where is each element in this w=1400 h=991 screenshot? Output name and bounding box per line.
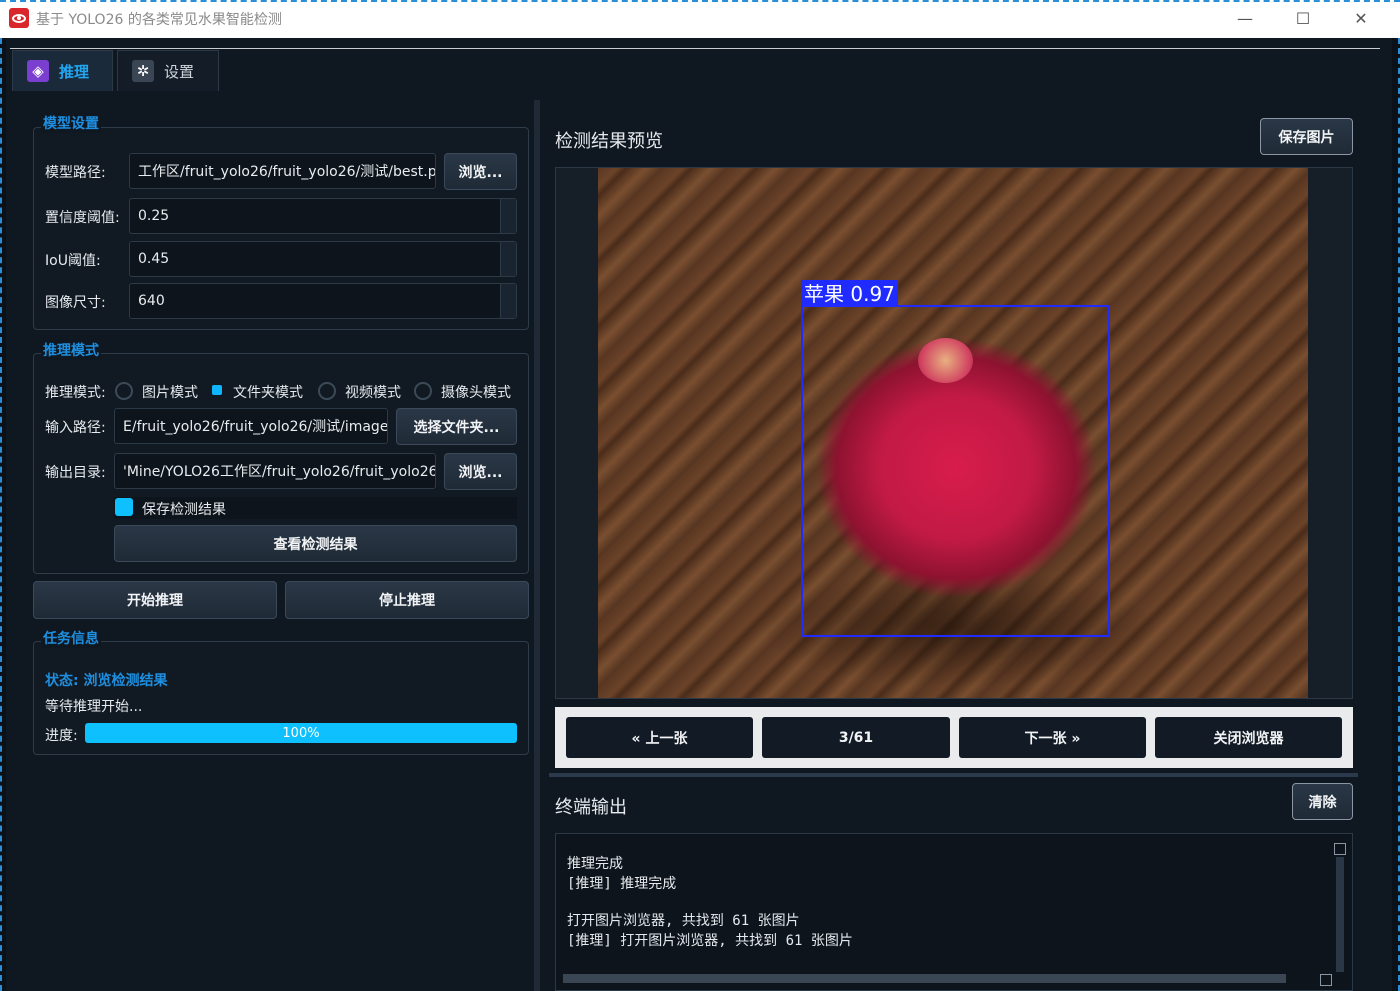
prev-image-button[interactable]: « 上一张	[566, 717, 753, 758]
terminal-line: [推理] 打开图片浏览器, 共找到 61 张图片	[567, 933, 853, 949]
task-info-title: 任务信息	[41, 628, 101, 648]
image-size-value: 640	[138, 293, 165, 309]
progress-fill: 100%	[85, 723, 517, 743]
iou-value: 0.45	[138, 251, 170, 267]
clear-terminal-button[interactable]: 清除	[1292, 783, 1353, 820]
terminal-line: [推理] 推理完成	[567, 876, 677, 892]
image-size-spinbox[interactable]: 640	[129, 283, 517, 319]
panel-splitter[interactable]	[534, 100, 540, 991]
model-settings-title: 模型设置	[41, 113, 101, 133]
save-results-checkbox[interactable]	[115, 498, 133, 516]
confidence-label: 置信度阈值:	[45, 210, 120, 226]
radio-folder-mode[interactable]	[212, 385, 222, 395]
confidence-spinbox[interactable]: 0.25	[129, 198, 517, 234]
confidence-stepper[interactable]	[500, 199, 516, 233]
model-path-label: 模型路径:	[45, 165, 106, 181]
scroll-right-arrow-icon[interactable]	[1320, 974, 1332, 986]
tab-inference-label: 推理	[59, 62, 90, 81]
window-frame-right	[1392, 38, 1400, 991]
select-folder-button[interactable]: 选择文件夹...	[396, 408, 517, 445]
tab-bar-divider	[10, 48, 1380, 49]
tab-settings-label: 设置	[164, 62, 195, 81]
progress-percent: 100%	[282, 725, 320, 741]
preview-title: 检测结果预览	[555, 131, 663, 152]
iou-spinbox[interactable]: 0.45	[129, 241, 517, 277]
status-text: 状态: 浏览检测结果	[45, 673, 168, 689]
output-dir-label: 输出目录:	[45, 465, 106, 481]
save-results-label: 保存检测结果	[142, 502, 226, 518]
image-counter: 3/61	[762, 717, 950, 758]
scroll-up-arrow-icon[interactable]	[1334, 843, 1346, 855]
gear-icon: ✲	[132, 60, 154, 82]
input-path-input[interactable]: E/fruit_yolo26/fruit_yolo26/测试/image	[114, 408, 388, 444]
mode-label: 推理模式:	[45, 385, 106, 401]
inference-mode-title: 推理模式	[41, 340, 101, 360]
folder-mode-label: 文件夹模式	[233, 385, 303, 401]
minimize-button[interactable]: —	[1222, 4, 1268, 32]
radio-image-mode[interactable]	[115, 382, 133, 400]
terminal-horizontal-scrollbar[interactable]	[563, 974, 1286, 983]
model-path-input[interactable]: 工作区/fruit_yolo26/fruit_yolo26/测试/best.pt	[129, 153, 436, 189]
confidence-value: 0.25	[138, 208, 170, 224]
window-frame-left	[0, 38, 6, 991]
model-browse-button[interactable]: 浏览...	[444, 153, 517, 190]
image-size-label: 图像尺寸:	[45, 295, 106, 311]
detection-bounding-box	[801, 305, 1110, 637]
maximize-button[interactable]: ☐	[1280, 4, 1326, 32]
radio-video-mode[interactable]	[318, 382, 336, 400]
app-logo-icon	[9, 8, 29, 28]
terminal-line: 打开图片浏览器, 共找到 61 张图片	[567, 913, 800, 929]
terminal-vertical-scrollbar[interactable]	[1336, 857, 1344, 972]
tab-settings[interactable]: ✲ 设置	[117, 50, 219, 91]
save-image-button[interactable]: 保存图片	[1260, 118, 1353, 155]
image-mode-label: 图片模式	[142, 385, 198, 401]
task-message: 等待推理开始...	[45, 699, 143, 715]
radio-camera-mode[interactable]	[414, 382, 432, 400]
preview-terminal-splitter[interactable]	[549, 773, 1358, 777]
output-browse-button[interactable]: 浏览...	[444, 453, 517, 490]
progress-label: 进度:	[45, 728, 78, 744]
iou-label: IoU阈值:	[45, 253, 101, 269]
camera-mode-label: 摄像头模式	[441, 385, 511, 401]
progress-bar: 100%	[85, 723, 517, 743]
view-results-button[interactable]: 查看检测结果	[114, 525, 517, 562]
input-path-label: 输入路径:	[45, 420, 106, 436]
chip-icon: ◈	[27, 60, 49, 82]
close-viewer-button[interactable]: 关闭浏览器	[1155, 717, 1342, 758]
window-title: 基于 YOLO26 的各类常见水果智能检测	[36, 12, 282, 28]
image-size-stepper[interactable]	[500, 284, 516, 318]
iou-stepper[interactable]	[500, 242, 516, 276]
output-dir-input[interactable]: 'Mine/YOLO26工作区/fruit_yolo26/fruit_yolo2…	[114, 453, 436, 489]
detection-label: 苹果 0.97	[801, 280, 898, 306]
start-inference-button[interactable]: 开始推理	[33, 581, 277, 619]
close-button[interactable]: ✕	[1338, 4, 1384, 32]
next-image-button[interactable]: 下一张 »	[959, 717, 1146, 758]
terminal-title: 终端输出	[555, 797, 627, 818]
terminal-line: 推理完成	[567, 856, 623, 872]
video-mode-label: 视频模式	[345, 385, 401, 401]
stop-inference-button[interactable]: 停止推理	[285, 581, 529, 619]
tab-inference[interactable]: ◈ 推理	[12, 50, 113, 91]
